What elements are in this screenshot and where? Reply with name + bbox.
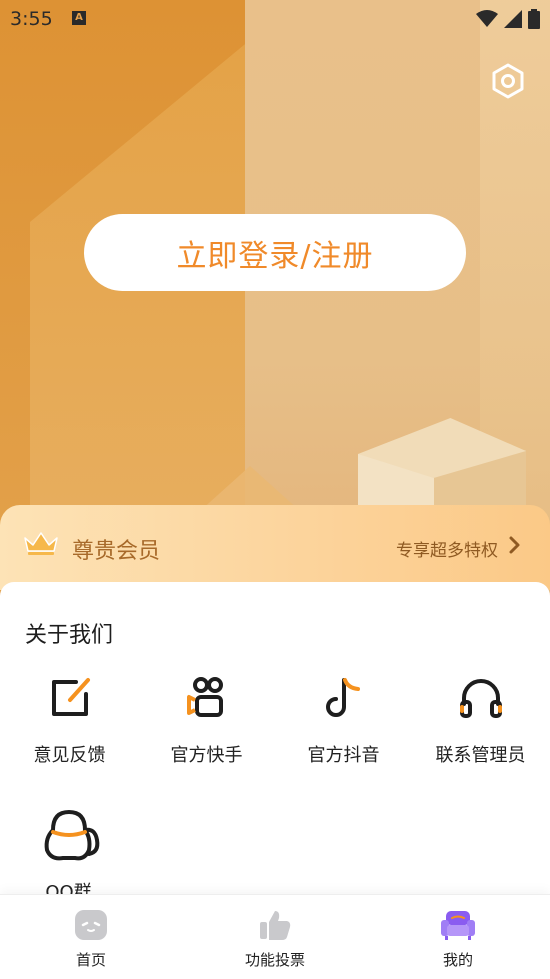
nav-vote-label: 功能投票: [244, 951, 305, 969]
thumbs-up-icon: [260, 911, 291, 940]
headset-icon: [459, 679, 502, 718]
status-icons: [476, 9, 540, 29]
section-title: 关于我们: [25, 623, 114, 648]
nav-mine-label: 我的: [442, 951, 473, 969]
signal-icon: [504, 10, 522, 28]
nav-home[interactable]: 首页: [31, 907, 151, 970]
edit-icon: [51, 678, 90, 716]
about-panel: 关于我们 意见反馈 官方快手 官方抖音 联系管理员 QQ群: [0, 582, 550, 894]
feedback-item[interactable]: 意见反馈: [1, 674, 138, 767]
settings-icon[interactable]: [490, 63, 526, 99]
contact-admin-item[interactable]: 联系管理员: [412, 674, 549, 767]
vip-banner[interactable]: 尊贵会员 专享超多特权: [0, 505, 550, 590]
login-register-button[interactable]: 立即登录/注册: [84, 214, 466, 291]
crown-icon: [24, 532, 58, 555]
kuaishou-item[interactable]: 官方快手: [138, 674, 275, 767]
nav-home-label: 首页: [75, 951, 106, 969]
qq-group-label: QQ群: [45, 882, 92, 894]
kuaishou-icon: [186, 677, 223, 717]
chevron-right-icon: [509, 536, 520, 554]
notification-icon: A: [72, 11, 86, 25]
home-face-icon: [75, 910, 107, 940]
bottom-nav: 首页 功能投票 我的: [0, 894, 550, 979]
status-time: 3:55: [10, 8, 53, 30]
qq-icon: [44, 810, 99, 861]
nav-mine[interactable]: 我的: [398, 907, 518, 970]
kuaishou-label: 官方快手: [170, 745, 243, 766]
contact-admin-label: 联系管理员: [435, 745, 526, 766]
douyin-label: 官方抖音: [307, 745, 380, 766]
vip-title: 尊贵会员: [72, 539, 161, 564]
douyin-item[interactable]: 官方抖音: [275, 674, 412, 767]
vip-privilege-link[interactable]: 专享超多特权: [396, 536, 498, 561]
qq-group-item[interactable]: QQ群: [0, 808, 137, 894]
status-bar: 3:55 A: [0, 0, 550, 38]
feedback-label: 意见反馈: [33, 745, 106, 766]
wifi-icon: [476, 10, 498, 27]
battery-icon: [528, 9, 540, 29]
sofa-icon: [441, 911, 475, 940]
douyin-icon: [325, 678, 360, 717]
nav-vote[interactable]: 功能投票: [215, 907, 335, 970]
